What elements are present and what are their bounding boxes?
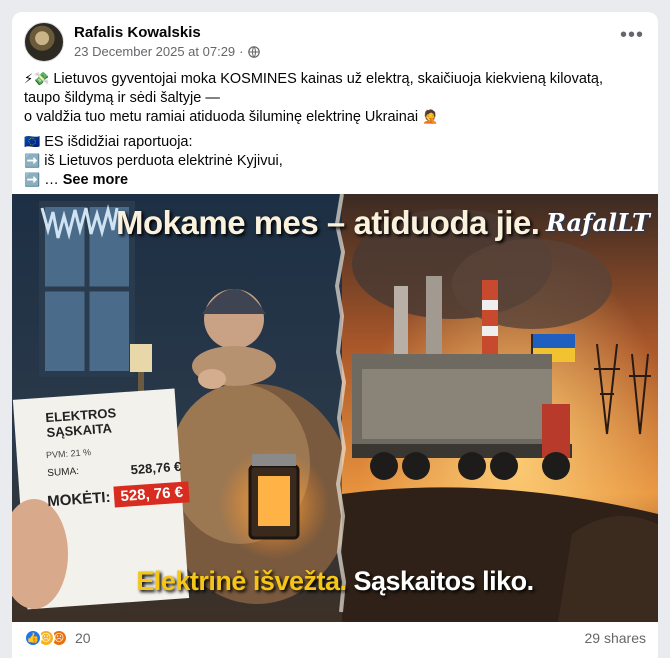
text-line: ⚡💸 Lietuvos gyventojai moka KOSMINES kai… <box>24 70 646 89</box>
like-icon: 👍 <box>24 629 42 647</box>
eu-flag-icon: 🇪🇺 <box>24 135 41 150</box>
text-line-3: o valdžia tuo metu ramiai atiduoda šilum… <box>24 109 419 125</box>
caption-left: Elektrinė išvežta. <box>136 566 347 596</box>
post-meta: 23 December 2025 at 07:29 · <box>74 44 260 59</box>
post-header: Rafalis Kowalskis 23 December 2025 at 07… <box>24 22 646 64</box>
bill-moketi-label: MOKĖTI: <box>46 488 112 511</box>
post-card: Rafalis Kowalskis 23 December 2025 at 07… <box>12 12 658 658</box>
post-image[interactable]: Mokame mes – atiduoda jie. RafalLT ELEKT… <box>12 194 658 622</box>
bill-title: ELEKTROS SĄSKAITA <box>44 405 117 441</box>
meta-separator: · <box>239 44 244 59</box>
paragraph-1: ⚡💸 Lietuvos gyventojai moka KOSMINES kai… <box>24 70 646 127</box>
bill-suma-value: 528,76 € <box>130 458 182 478</box>
text-line-1: Lietuvos gyventojai moka KOSMINES kainas… <box>49 71 604 87</box>
reaction-count[interactable]: 20 <box>75 630 91 646</box>
see-more-link[interactable]: See more <box>63 172 128 188</box>
bill-suma-label: SUMA: <box>46 465 80 480</box>
arrow-right-icon: ➡️ <box>24 173 41 188</box>
text-line-4: ES išdidžiai raportuoja: <box>40 134 193 150</box>
text-line-6: … <box>40 172 63 188</box>
bill-suma-row: SUMA: 528,76 € <box>47 459 182 483</box>
text-line: 🇪🇺 ES išdidžiai raportuoja: <box>24 133 646 152</box>
brand-logo: RafalLT <box>546 208 650 237</box>
text-line: ➡️ iš Lietuvos perduota elektrinė Kyjivu… <box>24 152 646 171</box>
facepalm-icon: 🤦 <box>422 110 439 125</box>
text-line-5: iš Lietuvos perduota elektrinė Kyjivui, <box>40 153 283 169</box>
post-text: ⚡💸 Lietuvos gyventojai moka KOSMINES kai… <box>24 70 646 196</box>
text-line: ➡️ … See more <box>24 171 646 190</box>
caption-right: Sąskaitos liko. <box>353 566 535 596</box>
timestamp[interactable]: 23 December 2025 at 07:29 <box>74 44 235 59</box>
reaction-summary[interactable]: 👍 ☹ ☹ 20 <box>24 629 91 647</box>
image-caption: Elektrinė išvežta. Sąskaitos liko. <box>12 566 658 597</box>
text-line: o valdžia tuo metu ramiai atiduoda šilum… <box>24 108 646 127</box>
text-line: taupo šildymą ir sėdi šaltyje — <box>24 89 646 108</box>
bill-paper: ELEKTROS SĄSKAITA PVM: 21 % SUMA: 528,76… <box>22 391 190 514</box>
globe-icon <box>247 45 260 58</box>
image-headline: Mokame mes – atiduoda jie. <box>116 204 540 241</box>
text-line-2: taupo šildymą ir sėdi šaltyje — <box>24 90 220 106</box>
lightning-money-icon: ⚡💸 <box>24 72 50 87</box>
arrow-right-icon: ➡️ <box>24 154 41 169</box>
more-options-icon[interactable]: ••• <box>618 25 646 52</box>
avatar[interactable] <box>24 22 64 62</box>
shares-count[interactable]: 29 shares <box>585 630 646 646</box>
author-name[interactable]: Rafalis Kowalskis <box>74 24 201 41</box>
bill-pvm: PVM: 21 % <box>45 447 92 461</box>
post-footer: 👍 ☹ ☹ 20 29 shares <box>24 628 646 652</box>
paragraph-2: 🇪🇺 ES išdidžiai raportuoja: ➡️ iš Lietuv… <box>24 133 646 190</box>
